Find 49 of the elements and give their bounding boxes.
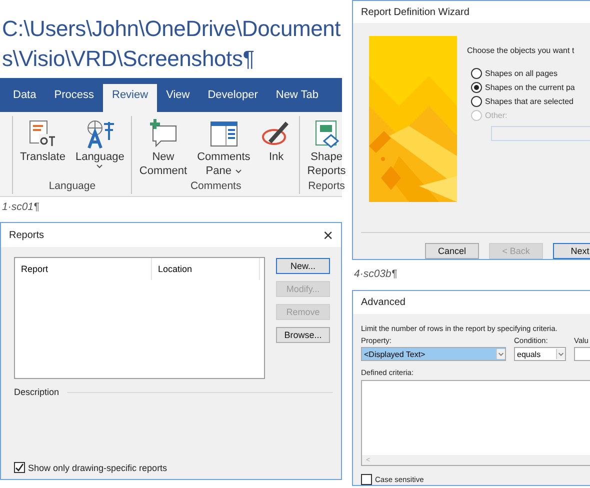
figure-caption: 4·sc03b¶ [353, 267, 398, 282]
radio-label: Shapes that are selected [485, 97, 574, 106]
ribbon-command[interactable]: Shape Reports [304, 116, 349, 180]
radio-button[interactable] [471, 82, 482, 94]
dialog-button[interactable]: New... [276, 258, 330, 274]
caret-icon [234, 169, 242, 174]
ribbon-command[interactable]: Comments Pane [194, 116, 254, 180]
wizard-button[interactable]: Next [553, 243, 590, 259]
heading-text: s\Visio\VRD\Screenshots¶ [2, 45, 256, 73]
report-list[interactable]: Report Location [14, 257, 265, 379]
group-label: Comments [190, 180, 242, 194]
dialog-title: Reports [9, 230, 44, 240]
dropdown-field[interactable]: <Displayed Text> [361, 347, 506, 361]
caret-icon [496, 349, 505, 359]
comment-icon [147, 118, 180, 150]
dialog-button[interactable]: Browse... [276, 327, 330, 343]
ribbon-command[interactable]: New Comment [136, 116, 190, 180]
ribbon-tab[interactable]: View [157, 84, 199, 112]
radio-label: Shapes on all pages [485, 69, 558, 78]
close-button[interactable]: × [321, 226, 335, 244]
column-header[interactable]: Location [152, 258, 260, 280]
figure-caption: 1·sc01¶ [1, 200, 40, 215]
wizard-button[interactable]: Cancel [425, 243, 479, 259]
group-label: Language [48, 180, 96, 194]
ribbon-command[interactable]: Ink [257, 116, 296, 180]
caret-icon [96, 164, 104, 169]
checkbox[interactable] [361, 474, 372, 485]
radio-button[interactable] [471, 96, 482, 108]
ribbon-tab[interactable]: Data [4, 84, 46, 112]
heading-text: C:\Users\John\OneDrive\Document [2, 15, 342, 43]
column-header[interactable]: Report [15, 258, 152, 280]
dialog-title: Report Definition Wizard [361, 6, 470, 18]
wizard-prompt: Choose the objects you want t [467, 46, 576, 56]
radio-label: Other: [485, 111, 508, 120]
dropdown-field[interactable]: equals [514, 347, 566, 361]
ribbon-command[interactable]: Translate [17, 116, 68, 180]
ribbon-tab[interactable]: Process [45, 84, 103, 112]
dialog-title: Advanced [361, 297, 406, 308]
ribbon-tab[interactable]: Developer [198, 84, 267, 112]
ribbon-tab[interactable]: New Tab [266, 84, 328, 112]
ribbon-command[interactable]: Language [72, 116, 128, 180]
group-label: Reports [308, 180, 345, 194]
radio-label: Shapes on the current pa [485, 83, 575, 92]
checkbox[interactable] [14, 462, 25, 473]
group-label: Description [14, 387, 60, 397]
radio-button[interactable] [471, 68, 482, 80]
caret-icon [556, 349, 565, 359]
checkbox-label: Show only drawing-specific reports [28, 462, 168, 472]
ribbon-tab[interactable]: Review [103, 84, 158, 112]
